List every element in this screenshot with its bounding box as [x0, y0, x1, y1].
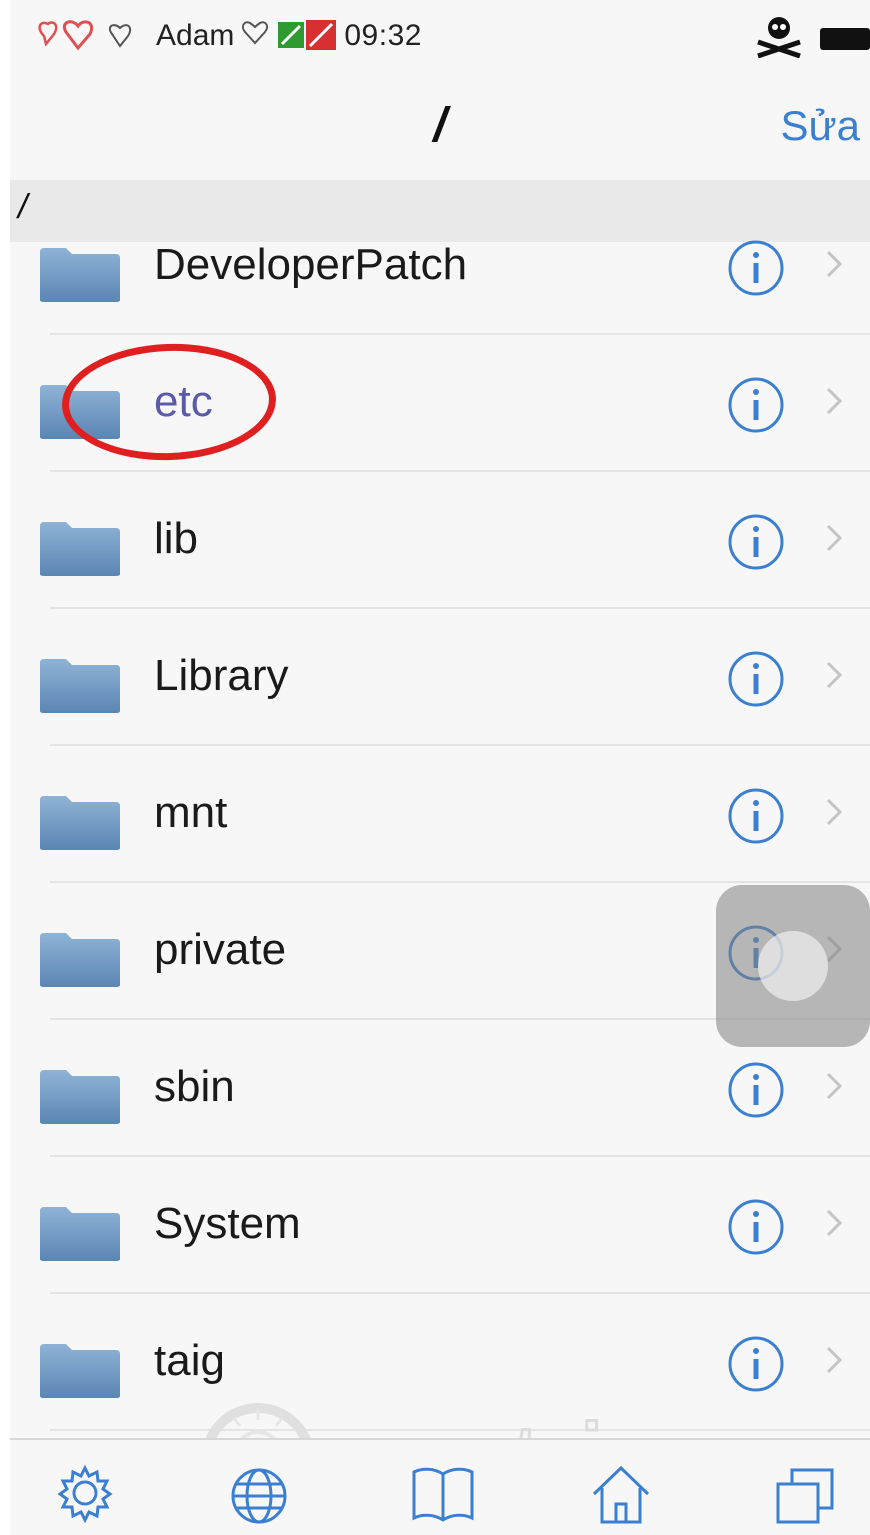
file-row-lib[interactable]: lib	[10, 472, 870, 609]
globe-icon[interactable]	[224, 1458, 294, 1528]
chevron-right-icon	[822, 1066, 846, 1106]
heart-icon	[240, 17, 270, 55]
assistive-touch-button[interactable]	[716, 885, 870, 1047]
file-name: Library	[154, 651, 289, 700]
hearts-icon	[32, 16, 150, 56]
info-icon[interactable]	[726, 1060, 786, 1120]
chevron-right-icon	[822, 655, 846, 695]
info-icon[interactable]	[726, 1334, 786, 1394]
file-name: sbin	[154, 1062, 235, 1111]
nav-title: /	[433, 99, 447, 152]
file-name: private	[154, 925, 287, 974]
info-icon[interactable]	[726, 512, 786, 572]
folder-icon	[38, 792, 122, 852]
file-row-system[interactable]: System	[10, 1157, 870, 1294]
file-name: taig	[154, 1336, 225, 1385]
file-row-library[interactable]: Library	[10, 609, 870, 746]
folder-icon	[38, 1066, 122, 1126]
info-icon[interactable]	[726, 238, 786, 298]
file-name: DeveloperPatch	[154, 240, 468, 289]
assistive-touch-dot	[758, 931, 828, 1001]
info-icon[interactable]	[726, 375, 786, 435]
folder-icon	[38, 244, 122, 304]
chevron-right-icon	[822, 792, 846, 832]
book-icon[interactable]	[408, 1458, 478, 1528]
folder-icon	[38, 518, 122, 578]
info-icon[interactable]	[726, 786, 786, 846]
folder-icon	[38, 929, 122, 989]
chevron-right-icon	[822, 1203, 846, 1243]
windows-icon[interactable]	[770, 1458, 840, 1528]
file-row-developerpatch[interactable]: DeveloperPatch	[10, 198, 870, 335]
tab-bar	[10, 1438, 870, 1535]
file-name: System	[154, 1199, 301, 1248]
home-icon[interactable]	[586, 1458, 656, 1528]
carrier-text: Adam	[156, 19, 235, 52]
nav-bar: / Sửa	[10, 70, 870, 180]
screen: Adam 09:32 / Sửa / DeveloperPatch etc li…	[10, 0, 870, 1535]
chevron-right-icon	[822, 1340, 846, 1380]
file-name: lib	[154, 514, 199, 563]
chevron-right-icon	[822, 381, 846, 421]
carrier-logo-icon	[276, 18, 338, 54]
file-row-mnt[interactable]: mnt	[10, 746, 870, 883]
chevron-right-icon	[822, 244, 846, 284]
left-edge	[0, 0, 10, 1535]
info-icon[interactable]	[726, 649, 786, 709]
folder-icon	[38, 655, 122, 715]
status-time: 09:32	[344, 19, 422, 52]
folder-icon	[38, 1203, 122, 1263]
status-right	[752, 14, 870, 63]
status-left: Adam 09:32	[32, 16, 422, 56]
skull-icon	[752, 14, 806, 63]
status-bar: Adam 09:32	[10, 0, 870, 70]
folder-icon	[38, 1340, 122, 1400]
edit-button[interactable]: Sửa	[781, 102, 861, 150]
gear-icon[interactable]	[50, 1458, 120, 1528]
battery-icon	[820, 27, 870, 50]
info-icon[interactable]	[726, 1197, 786, 1257]
chevron-right-icon	[822, 518, 846, 558]
file-name: mnt	[154, 788, 228, 837]
